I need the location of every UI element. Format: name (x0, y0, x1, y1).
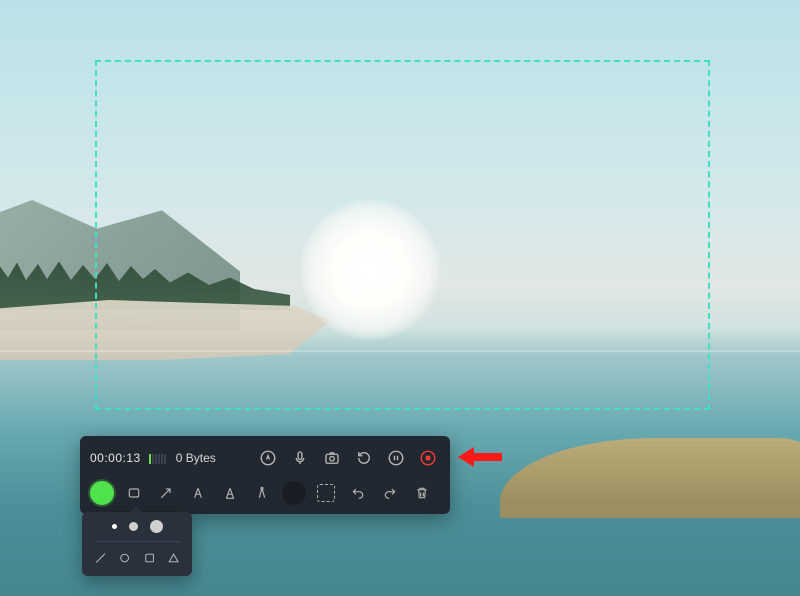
marker-tool-button[interactable] (218, 481, 242, 505)
recording-toolbar: 00:00:13 0 Bytes (80, 436, 450, 514)
brush-size-medium[interactable] (129, 522, 138, 531)
text-tool-button[interactable] (186, 481, 210, 505)
screenshot-button[interactable] (320, 446, 344, 470)
redo-button[interactable] (378, 481, 402, 505)
toolbar-status-row: 00:00:13 0 Bytes (90, 444, 440, 472)
shape-circle-icon[interactable] (118, 550, 131, 566)
color-picker-button[interactable] (90, 481, 114, 505)
pause-button[interactable] (384, 446, 408, 470)
brush-options-popover (82, 512, 192, 576)
audio-level-meter (149, 452, 166, 464)
microphone-button[interactable] (288, 446, 312, 470)
restart-button[interactable] (352, 446, 376, 470)
undo-button[interactable] (346, 481, 370, 505)
stop-button[interactable] (416, 446, 440, 470)
shape-row (94, 542, 180, 566)
shape-triangle-icon[interactable] (167, 550, 180, 566)
brush-preview[interactable] (282, 481, 306, 505)
shape-line-icon[interactable] (94, 550, 107, 566)
selection-dashed-icon (317, 484, 335, 502)
brush-size-small[interactable] (112, 524, 117, 529)
recording-timer: 00:00:13 (90, 451, 141, 465)
cursor-toggle-button[interactable] (256, 446, 280, 470)
rectangle-tool-button[interactable] (122, 481, 146, 505)
arrow-tool-button[interactable] (154, 481, 178, 505)
selection-tool-button[interactable] (314, 481, 338, 505)
brush-size-large[interactable] (150, 520, 163, 533)
shape-square-icon[interactable] (143, 550, 156, 566)
background-grass (500, 438, 800, 518)
background-sun (300, 200, 440, 340)
brush-size-row (94, 520, 180, 542)
annotation-tools-row (90, 478, 440, 508)
callout-arrow-icon (458, 447, 502, 467)
background-horizon (0, 350, 800, 352)
compass-tool-button[interactable] (250, 481, 274, 505)
file-size: 0 Bytes (176, 451, 216, 465)
trash-button[interactable] (410, 481, 434, 505)
